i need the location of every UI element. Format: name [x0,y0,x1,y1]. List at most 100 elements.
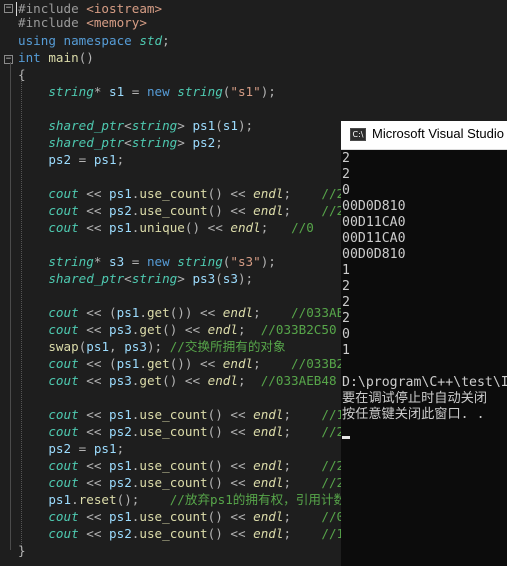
code-token: use_count [139,186,208,201]
code-token: s1 [222,118,238,133]
code-token: > [177,135,193,150]
console-output-line: 1 [342,263,350,278]
console-window[interactable]: C:\ Microsoft Visual Studio 2 2 0 00D0D810 0… [341,121,507,566]
code-token: shared_ptr [48,271,125,286]
console-output-line: 0 [342,327,350,342]
code-token: . [71,492,79,507]
code-token: ); [260,254,276,269]
code-token: << [78,509,110,524]
code-line[interactable]: cout << ps2.use_count() << endl; //2 [18,423,344,440]
console-output-line: 00D0D810 [342,199,406,214]
code-token: ; [116,441,125,456]
code-token: () << [207,203,254,218]
code-token: <memory> [86,15,147,30]
code-token: ()) << [169,356,223,371]
code-token: get [139,373,163,388]
code-line[interactable]: cout << ps3.get() << endl; //033AEB48 [18,372,337,389]
code-token: cout [48,424,79,439]
code-token: cout [48,526,79,541]
code-line[interactable]: cout << ps1.use_count() << endl; //1 [18,406,344,423]
code-token: endl [253,424,284,439]
code-line[interactable]: cout << (ps1.get()) << endl; //033B2C50 [18,355,367,372]
code-line[interactable]: cout << ps1.use_count() << endl; //0 [18,508,344,525]
code-token: new [146,254,178,269]
code-token: ps1 [93,152,117,167]
code-line[interactable]: using namespace std; [18,32,170,49]
code-line[interactable]: ps1.reset(); //放弃ps1的拥有权，引用计数 [18,491,346,508]
code-token: ps2 [109,203,132,218]
code-token: ps1 [109,407,132,422]
code-token: } [18,543,26,558]
code-line[interactable]: ps2 = ps1; [18,440,124,457]
code-token: ; [237,373,261,388]
code-token: shared_ptr [48,118,125,133]
code-line[interactable]: #include <memory> [18,14,147,31]
code-line[interactable]: cout << ps2.use_count() << endl; //1 [18,525,344,542]
code-token: new [146,84,178,99]
code-token: * [93,254,110,269]
fold-toggle-include-icon[interactable]: − [4,4,13,13]
code-token: ; [116,152,125,167]
console-output-line: 2 [342,295,350,310]
code-line[interactable]: swap(ps1, ps3); //交换所拥有的对象 [18,338,285,355]
console-title: Microsoft Visual Studio [372,126,504,141]
code-line[interactable]: cout << ps1.use_count() << endl; //2 [18,185,344,202]
code-line[interactable]: cout << (ps1.get()) << endl; //033AEB48 [18,304,367,321]
code-line[interactable]: cout << ps3.get() << endl; //033B2C50 [18,321,336,338]
code-line[interactable]: shared_ptr<string> ps1(s1); [18,117,253,134]
code-line[interactable]: cout << ps2.use_count() << endl; //2 [18,474,344,491]
console-output-line: 2 [342,311,350,326]
fold-toggle-main-icon[interactable]: − [4,55,13,64]
code-token: namespace [63,33,140,48]
code-token: "s1" [230,84,261,99]
code-token: endl [253,509,284,524]
code-token: endl [207,322,238,337]
code-token: ; [253,356,292,371]
code-line[interactable]: ps2 = ps1; [18,151,124,168]
code-line[interactable]: string* s1 = new string("s1"); [18,83,276,100]
code-line[interactable]: cout << ps1.use_count() << endl; //2 [18,457,344,474]
code-token: reset [78,492,117,507]
code-token: endl [253,203,284,218]
console-titlebar[interactable]: C:\ Microsoft Visual Studio [341,121,507,150]
code-line[interactable]: { [18,66,26,83]
console-output-line: 00D0D810 [342,247,406,262]
code-token: () << [207,424,254,439]
code-token: ps1 [93,441,117,456]
code-line[interactable]: } [18,542,26,559]
code-token: ps3 [124,339,147,354]
code-line[interactable]: string* s3 = new string("s3"); [18,253,276,270]
code-token: using [18,33,64,48]
code-token: //033AEB48 [260,373,337,388]
code-token: cout [48,322,79,337]
code-token: endl [222,305,254,320]
code-token: ps1 [109,458,132,473]
code-token: use_count [139,475,208,490]
code-line[interactable]: cout << ps2.use_count() << endl; //2 [18,202,344,219]
console-output-line: 2 [342,151,350,166]
code-token: endl [253,458,284,473]
code-line[interactable]: shared_ptr<string> ps3(s3); [18,270,253,287]
text-caret [16,2,17,16]
code-token: ps1 [86,339,110,354]
console-footer-line: 按任意键关闭此窗口. . [342,407,485,422]
code-token: ps2 [48,152,72,167]
code-token: ps2 [192,135,216,150]
code-token: ps2 [109,526,132,541]
code-token: () [78,50,94,65]
code-line[interactable]: int main() [18,49,94,66]
code-line[interactable]: shared_ptr<string> ps2; [18,134,222,151]
code-token: use_count [139,407,208,422]
code-line[interactable]: cout << ps1.unique() << endl; //0 [18,219,313,236]
code-token: endl [253,407,284,422]
code-token: int [18,50,49,65]
console-output-line: 1 [342,343,350,358]
code-token: cout [48,203,79,218]
code-token: = [71,441,94,456]
